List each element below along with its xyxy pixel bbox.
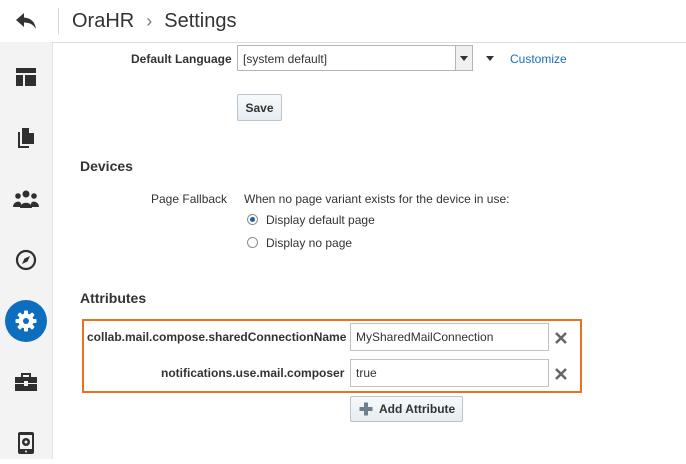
default-language-value: [system default] (243, 52, 328, 66)
nav-item-layout[interactable] (5, 56, 47, 98)
select-dropdown-icon (455, 46, 472, 70)
attribute-value-field-2[interactable]: true (350, 359, 549, 387)
attribute-name-2: notifications.use.mail.composer (161, 366, 345, 380)
nav-item-documents[interactable] (5, 117, 47, 159)
back-button[interactable] (10, 6, 42, 36)
attribute-name-1: collab.mail.compose.sharedConnectionName (87, 330, 347, 344)
people-icon (13, 190, 39, 208)
layout-icon (16, 68, 36, 86)
remove-attribute-1-close-icon[interactable] (553, 330, 569, 346)
radio-label-default-page[interactable]: Display default page (266, 213, 375, 227)
radio-label-no-page[interactable]: Display no page (266, 236, 352, 250)
plus-icon (359, 402, 373, 416)
header-divider (58, 8, 59, 34)
nav-item-settings[interactable] (5, 300, 47, 342)
nav-item-people[interactable] (5, 178, 47, 220)
remove-attribute-2-close-icon[interactable] (553, 366, 569, 382)
add-attribute-button[interactable]: Add Attribute (350, 396, 463, 422)
nav-item-mobile[interactable] (5, 422, 47, 464)
breadcrumb-app[interactable]: OraHR (72, 10, 134, 33)
left-nav (0, 42, 53, 459)
language-options-menu-icon[interactable] (486, 56, 494, 61)
toolbox-icon (15, 373, 37, 391)
breadcrumb: OraHR › Settings (72, 8, 237, 34)
app-header: OraHR › Settings (0, 0, 686, 43)
back-arrow-icon (16, 13, 36, 29)
fallback-description: When no page variant exists for the devi… (244, 192, 510, 206)
add-attribute-label: Add Attribute (379, 402, 456, 416)
attributes-section-title: Attributes (80, 290, 147, 306)
breadcrumb-chevron-icon: › (146, 10, 153, 31)
page-fallback-label: Page Fallback (151, 192, 228, 206)
devices-section-title: Devices (80, 158, 133, 174)
radio-display-default-page[interactable] (247, 214, 258, 225)
default-language-label: Default Language (131, 52, 232, 66)
attribute-value-field-1[interactable]: MySharedMailConnection (350, 323, 549, 351)
save-button[interactable]: Save (237, 94, 282, 121)
customize-link[interactable]: Customize (510, 52, 567, 66)
gear-icon (15, 310, 37, 332)
nav-item-tools[interactable] (5, 361, 47, 403)
radio-display-no-page[interactable] (247, 237, 258, 248)
compass-icon (15, 249, 37, 271)
page-title: Settings (164, 9, 237, 32)
default-language-select[interactable]: [system default] (237, 45, 473, 71)
documents-icon (18, 128, 34, 148)
nav-item-explore[interactable] (5, 239, 47, 281)
mobile-settings-icon (18, 432, 34, 454)
